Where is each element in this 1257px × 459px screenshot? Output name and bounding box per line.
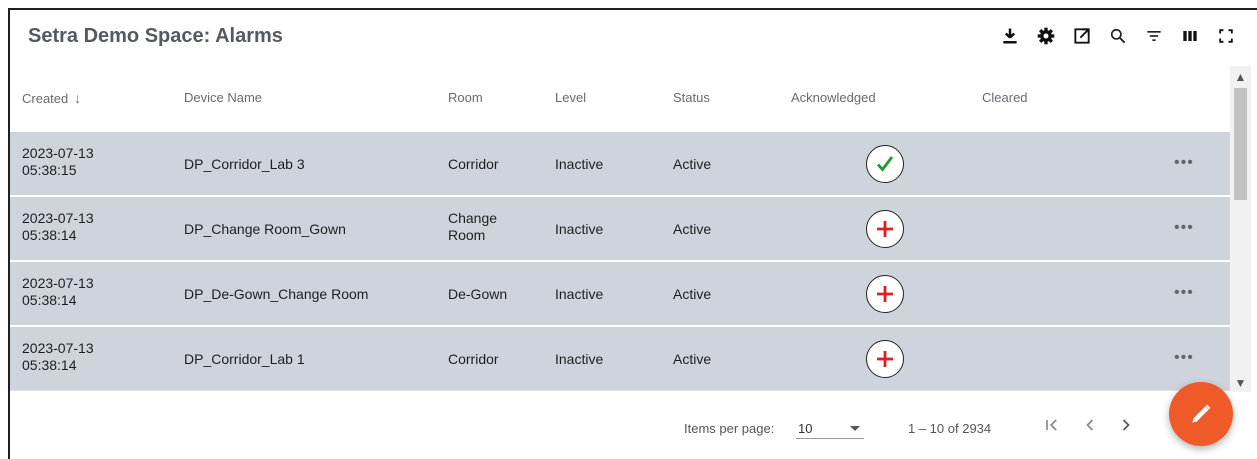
fullscreen-icon[interactable] — [1214, 24, 1238, 48]
sort-arrow-icon[interactable]: ↓ — [74, 90, 81, 106]
created-time: 05:38:14 — [22, 227, 77, 243]
acknowledge-button[interactable] — [866, 210, 904, 248]
filter-icon[interactable] — [1142, 24, 1166, 48]
device-name-cell: DP_Change Room_Gown — [184, 221, 346, 237]
plus-icon — [877, 286, 893, 302]
paginator: Items per page: 10 1 – 10 of 2934 — [10, 390, 1230, 459]
created-time: 05:38:14 — [22, 357, 77, 373]
device-name-cell: DP_Corridor_Lab 1 — [184, 351, 305, 367]
more-options-icon[interactable]: ••• — [1174, 284, 1194, 302]
column-label: Created — [22, 91, 69, 106]
table-header: Created ↓ Device Name Room Level Status A… — [10, 66, 1230, 132]
device-name-cell: DP_Corridor_Lab 3 — [184, 156, 305, 172]
plus-icon — [877, 351, 893, 367]
columns-icon[interactable] — [1178, 24, 1202, 48]
created-time: 05:38:14 — [22, 292, 77, 308]
card-header: Setra Demo Space: Alarms — [10, 10, 1257, 66]
range-label: 1 – 10 of 2934 — [908, 421, 992, 436]
chevron-right-icon — [1122, 419, 1130, 431]
room-cell: Corridor — [448, 156, 499, 172]
more-options-icon[interactable]: ••• — [1174, 219, 1194, 237]
room-cell: Corridor — [448, 351, 499, 367]
first-page-button[interactable] — [1040, 413, 1064, 437]
settings-icon[interactable] — [1034, 24, 1058, 48]
created-cell: 2023-07-13 05:38:15 — [22, 145, 94, 179]
status-cell: Active — [673, 351, 712, 367]
search-icon[interactable] — [1106, 24, 1130, 48]
created-date: 2023-07-13 — [22, 275, 94, 291]
edit-fab-button[interactable] — [1169, 382, 1233, 446]
column-header-acknowledged[interactable]: Acknowledged — [791, 90, 876, 105]
plus-icon — [877, 221, 893, 237]
alarms-card: Setra Demo Space: Alarms Created ↓ Devic… — [8, 8, 1257, 459]
first-page-icon — [1046, 419, 1057, 431]
table-body: 2023-07-13 05:38:15 DP_Corridor_Lab 3 Co… — [10, 132, 1230, 391]
download-icon[interactable] — [998, 24, 1022, 48]
created-cell: 2023-07-13 05:38:14 — [22, 340, 94, 374]
pencil-icon — [1192, 404, 1211, 423]
items-per-page-value: 10 — [798, 421, 813, 436]
scroll-down-icon[interactable]: ▼ — [1230, 374, 1251, 392]
created-cell: 2023-07-13 05:38:14 — [22, 275, 94, 309]
column-header-room[interactable]: Room — [448, 90, 483, 105]
check-icon — [876, 156, 894, 172]
previous-page-button[interactable] — [1078, 413, 1102, 437]
column-header-cleared[interactable]: Cleared — [982, 90, 1028, 105]
column-header-created[interactable]: Created ↓ — [22, 90, 81, 106]
table-row[interactable]: 2023-07-13 05:38:14 DP_Change Room_Gown … — [10, 197, 1230, 261]
chevron-left-icon — [1086, 419, 1094, 431]
next-page-button[interactable] — [1114, 413, 1138, 437]
created-date: 2023-07-13 — [22, 210, 94, 226]
open-external-icon[interactable] — [1070, 24, 1094, 48]
dropdown-caret-icon — [850, 426, 860, 431]
room-cell: De-Gown — [448, 286, 508, 302]
table-row[interactable]: 2023-07-13 05:38:14 DP_De-Gown_Change Ro… — [10, 262, 1230, 326]
scroll-up-icon[interactable]: ▲ — [1230, 68, 1251, 86]
status-cell: Active — [673, 221, 712, 237]
created-date: 2023-07-13 — [22, 145, 94, 161]
device-name-cell: DP_De-Gown_Change Room — [184, 286, 369, 302]
level-cell: Inactive — [555, 351, 604, 367]
level-cell: Inactive — [555, 221, 604, 237]
created-date: 2023-07-13 — [22, 340, 94, 356]
column-header-device[interactable]: Device Name — [184, 90, 262, 105]
table-row[interactable]: 2023-07-13 05:38:15 DP_Corridor_Lab 3 Co… — [10, 132, 1230, 196]
level-cell: Inactive — [555, 156, 604, 172]
status-cell: Active — [673, 286, 712, 302]
acknowledge-button[interactable] — [866, 340, 904, 378]
room-line: Room — [448, 227, 486, 243]
more-options-icon[interactable]: ••• — [1174, 154, 1194, 172]
more-options-icon[interactable]: ••• — [1174, 349, 1194, 367]
column-header-status[interactable]: Status — [673, 90, 710, 105]
created-time: 05:38:15 — [22, 162, 77, 178]
status-cell: Active — [673, 156, 712, 172]
level-cell: Inactive — [555, 286, 604, 302]
column-header-level[interactable]: Level — [555, 90, 586, 105]
acknowledge-button[interactable] — [866, 275, 904, 313]
room-cell: Change Room — [448, 210, 497, 244]
table-row[interactable]: 2023-07-13 05:38:14 DP_Corridor_Lab 1 Co… — [10, 327, 1230, 391]
room-line: Change — [448, 210, 498, 226]
page-title: Setra Demo Space: Alarms — [28, 25, 283, 47]
items-per-page-select[interactable]: 10 — [796, 417, 864, 439]
scroll-thumb[interactable] — [1234, 88, 1247, 200]
items-per-page-label: Items per page: — [684, 421, 775, 436]
acknowledge-button[interactable] — [866, 145, 904, 183]
vertical-scrollbar[interactable]: ▲ ▼ — [1230, 66, 1251, 392]
created-cell: 2023-07-13 05:38:14 — [22, 210, 94, 244]
